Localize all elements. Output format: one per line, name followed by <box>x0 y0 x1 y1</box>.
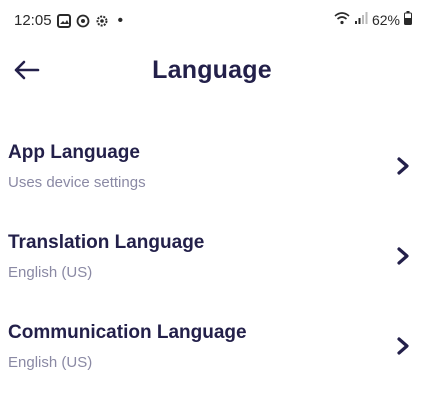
chevron-right-icon <box>392 154 414 178</box>
battery-percent: 62% <box>371 11 400 28</box>
page-title: Language <box>152 56 272 84</box>
sync-icon <box>76 14 90 28</box>
setting-communication-language[interactable]: Communication Language English (US) <box>0 318 424 408</box>
battery-icon <box>404 11 412 28</box>
settings-icon <box>95 14 109 28</box>
wifi-icon <box>334 11 350 28</box>
setting-subtitle: Uses device settings <box>8 174 146 191</box>
setting-app-language[interactable]: App Language Uses device settings <box>0 138 424 228</box>
setting-title: Communication Language <box>8 322 247 343</box>
settings-list: App Language Uses device settings Transl… <box>0 138 424 408</box>
setting-translation-language[interactable]: Translation Language English (US) <box>0 228 424 318</box>
status-right: 62% <box>334 11 412 28</box>
status-time: 12:05 <box>14 12 52 29</box>
setting-subtitle: English (US) <box>8 354 93 371</box>
chevron-right-icon <box>392 244 414 268</box>
image-icon <box>56 13 71 28</box>
status-left: 12:05 • <box>14 12 123 29</box>
setting-subtitle: English (US) <box>8 264 93 281</box>
status-dot: • <box>117 11 124 29</box>
setting-title: App Language <box>8 142 140 163</box>
status-bar: 12:05 • 62% <box>0 0 424 40</box>
setting-title: Translation Language <box>8 232 205 253</box>
app-header: Language <box>0 50 424 94</box>
signal-icon <box>354 11 368 28</box>
chevron-right-icon <box>392 334 414 358</box>
